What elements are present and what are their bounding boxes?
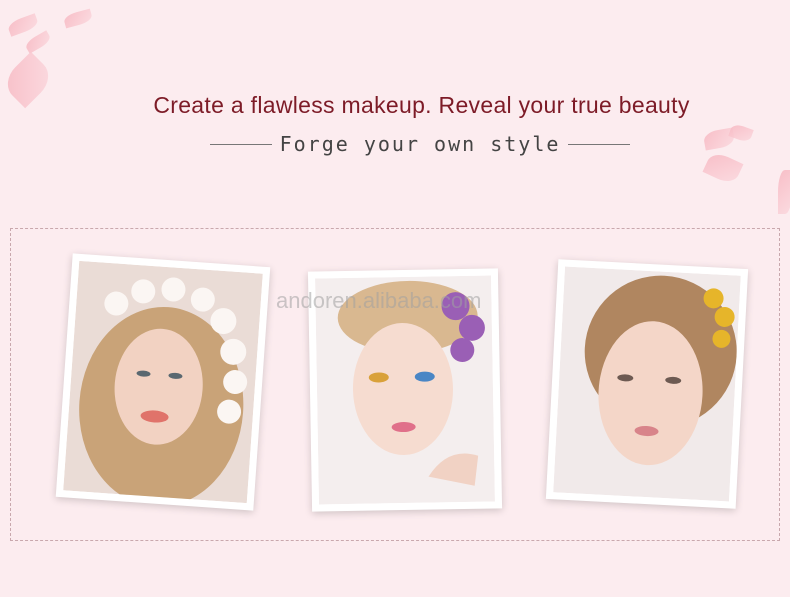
portrait-image xyxy=(553,266,741,502)
divider-line xyxy=(568,143,631,145)
petal-decoration xyxy=(702,149,744,187)
divider-line xyxy=(210,143,272,145)
model-photo-1 xyxy=(55,253,271,511)
subheadline-row: Forge your own style xyxy=(210,130,631,158)
petal-decoration xyxy=(62,8,94,29)
petal-decoration xyxy=(23,30,53,54)
petal-decoration xyxy=(6,13,40,37)
watermark-text: andoren.alibaba.com xyxy=(276,288,482,313)
model-photo-3 xyxy=(545,259,749,509)
petal-decoration xyxy=(778,170,790,214)
subheadline: Forge your own style xyxy=(279,132,561,156)
portrait-image xyxy=(63,260,263,504)
headline: Create a flawless makeup. Reveal your tr… xyxy=(153,92,690,118)
